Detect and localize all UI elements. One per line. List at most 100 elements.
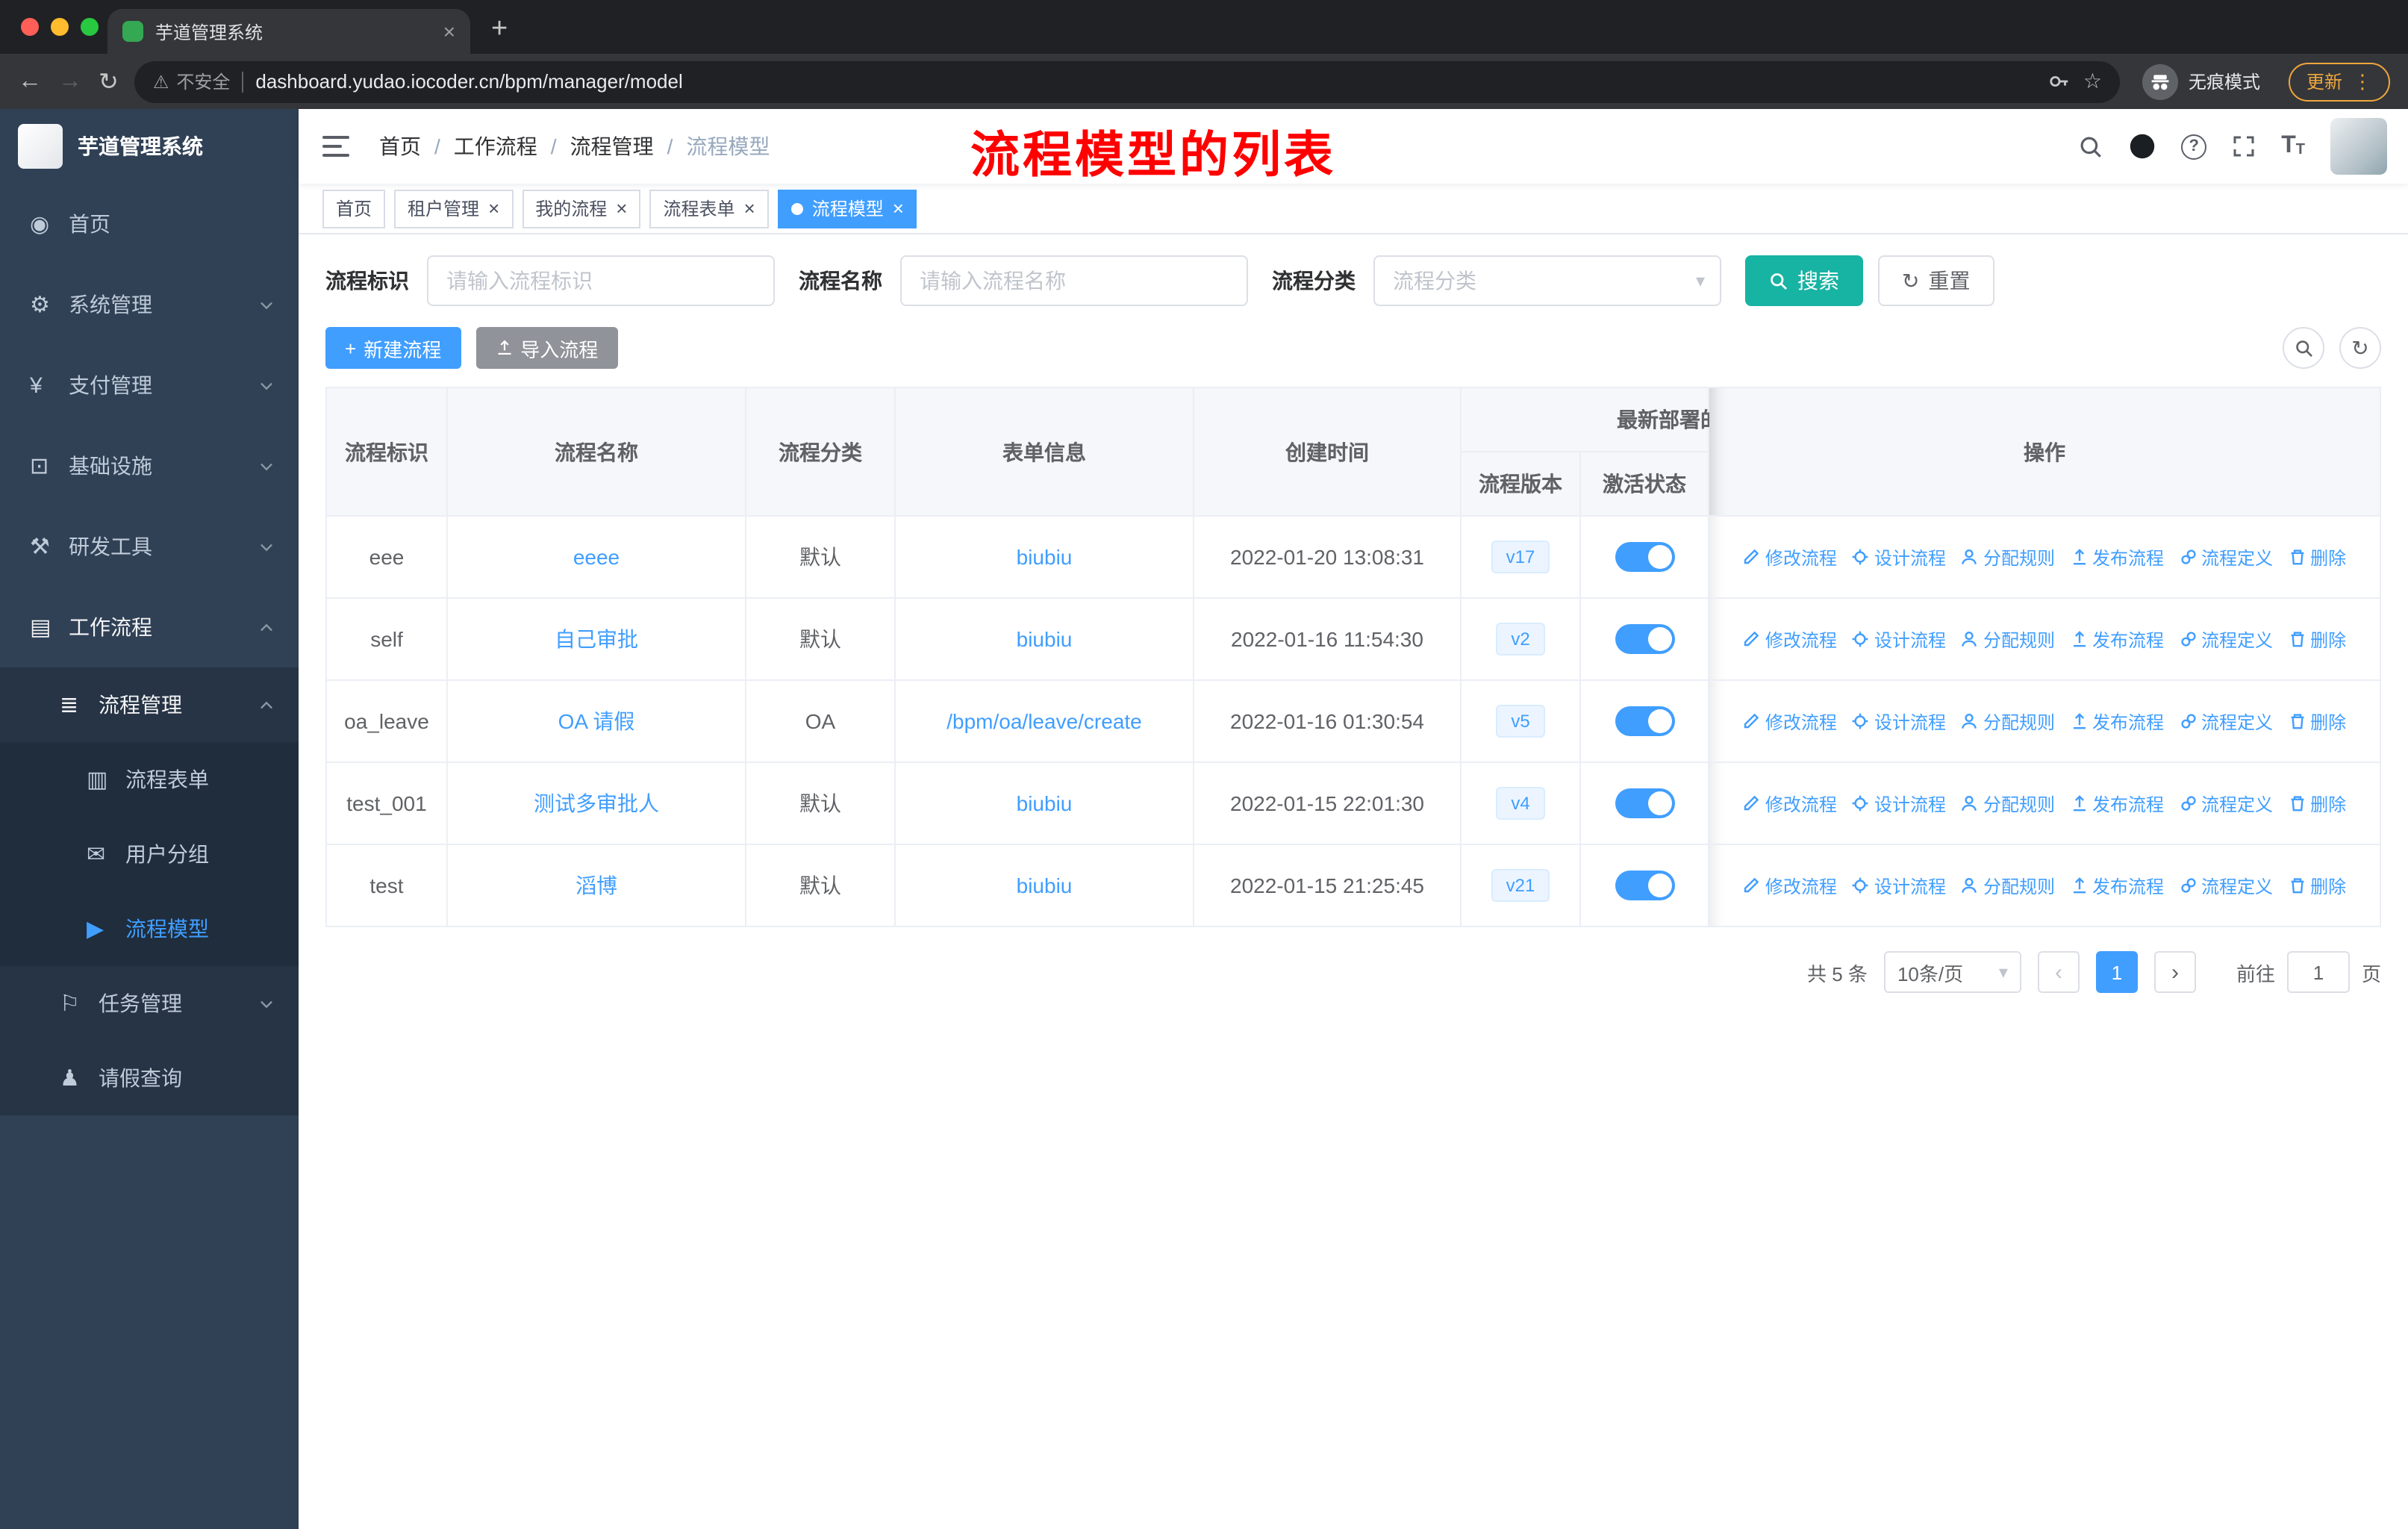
version-badge[interactable]: v21 — [1491, 868, 1550, 903]
prev-page-button[interactable]: ‹ — [2037, 951, 2080, 993]
breadcrumb-workflow[interactable]: 工作流程 — [454, 131, 537, 161]
maximize-window-button[interactable] — [81, 18, 99, 36]
form-link[interactable]: biubiu — [1017, 874, 1073, 897]
close-icon[interactable]: × — [488, 199, 499, 218]
key-icon[interactable] — [2049, 70, 2071, 93]
breadcrumb-process-management[interactable]: 流程管理 — [570, 131, 654, 161]
publish-process-link[interactable]: 发布流程 — [2070, 544, 2164, 570]
sidebar-item-leave-query[interactable]: ♟ 请假查询 — [0, 1041, 299, 1115]
tag-process-model[interactable]: 流程模型 × — [777, 189, 917, 228]
process-name-link[interactable]: 自己审批 — [555, 627, 638, 651]
font-size-icon[interactable]: TT — [2281, 134, 2305, 158]
process-definition-link[interactable]: 流程定义 — [2179, 873, 2273, 898]
sidebar-item-infrastructure[interactable]: ⊡ 基础设施 — [0, 426, 299, 506]
close-icon[interactable]: × — [616, 199, 627, 218]
next-page-button[interactable]: › — [2153, 951, 2196, 993]
tag-home[interactable]: 首页 — [322, 189, 386, 228]
help-icon[interactable]: ? — [2181, 134, 2207, 159]
refresh-table-button[interactable]: ↻ — [2339, 327, 2381, 369]
sidebar-item-task-management[interactable]: ⚐ 任务管理 — [0, 966, 299, 1041]
back-button[interactable]: ← — [18, 68, 42, 95]
search-button[interactable]: 搜索 — [1745, 255, 1863, 306]
import-process-button[interactable]: 导入流程 — [475, 327, 618, 369]
sidebar-item-workflow[interactable]: ▤ 工作流程 — [0, 587, 299, 667]
delete-link[interactable]: 删除 — [2288, 873, 2346, 898]
version-badge[interactable]: v17 — [1491, 540, 1550, 574]
close-icon[interactable]: × — [893, 199, 904, 218]
active-toggle[interactable] — [1615, 624, 1674, 654]
minimize-window-button[interactable] — [51, 18, 69, 36]
delete-link[interactable]: 删除 — [2288, 791, 2346, 816]
modify-process-link[interactable]: 修改流程 — [1743, 626, 1837, 652]
bookmark-star-icon[interactable]: ☆ — [2083, 69, 2102, 94]
publish-process-link[interactable]: 发布流程 — [2070, 626, 2164, 652]
close-icon[interactable]: × — [744, 199, 755, 218]
version-badge[interactable]: v2 — [1496, 622, 1545, 656]
reset-button[interactable]: ↻ 重置 — [1878, 255, 1994, 306]
form-link[interactable]: biubiu — [1017, 627, 1073, 651]
url-text[interactable]: dashboard.yudao.iocoder.cn/bpm/manager/m… — [255, 70, 2036, 93]
design-process-link[interactable]: 设计流程 — [1852, 873, 1946, 898]
forward-button[interactable]: → — [58, 68, 82, 95]
assign-rule-link[interactable]: 分配规则 — [1961, 544, 2055, 570]
sidebar-item-process-form[interactable]: ▥ 流程表单 — [0, 742, 299, 817]
search-icon[interactable] — [2078, 134, 2103, 159]
publish-process-link[interactable]: 发布流程 — [2070, 873, 2164, 898]
fullscreen-icon[interactable] — [2232, 134, 2256, 158]
category-select[interactable]: 流程分类 ▾ — [1373, 255, 1721, 306]
tab-close-icon[interactable]: × — [443, 21, 455, 42]
form-link[interactable]: /bpm/oa/leave/create — [946, 709, 1142, 733]
show-search-toggle-button[interactable] — [2283, 327, 2324, 369]
assign-rule-link[interactable]: 分配规则 — [1961, 791, 2055, 816]
design-process-link[interactable]: 设计流程 — [1852, 626, 1946, 652]
breadcrumb-home[interactable]: 首页 — [379, 131, 421, 161]
publish-process-link[interactable]: 发布流程 — [2070, 791, 2164, 816]
app-logo-row[interactable]: 芋道管理系统 — [0, 109, 299, 184]
tag-my-process[interactable]: 我的流程 × — [522, 189, 641, 228]
process-definition-link[interactable]: 流程定义 — [2179, 626, 2273, 652]
process-definition-link[interactable]: 流程定义 — [2179, 791, 2273, 816]
reload-button[interactable]: ↻ — [99, 66, 119, 96]
sidebar-item-user-group[interactable]: ✉ 用户分组 — [0, 817, 299, 891]
browser-update-menu-button[interactable]: 更新 ⋮ — [2288, 62, 2390, 101]
process-name-link[interactable]: OA 请假 — [558, 709, 635, 733]
sidebar-item-payment[interactable]: ¥ 支付管理 — [0, 345, 299, 426]
goto-page-input[interactable] — [2286, 951, 2350, 993]
modify-process-link[interactable]: 修改流程 — [1743, 873, 1837, 898]
assign-rule-link[interactable]: 分配规则 — [1961, 709, 2055, 734]
close-window-button[interactable] — [21, 18, 39, 36]
design-process-link[interactable]: 设计流程 — [1852, 709, 1946, 734]
active-toggle[interactable] — [1615, 542, 1674, 572]
tag-process-form[interactable]: 流程表单 × — [649, 189, 769, 228]
version-badge[interactable]: v4 — [1496, 786, 1545, 820]
page-number-current[interactable]: 1 — [2095, 951, 2138, 993]
process-id-input[interactable] — [427, 255, 775, 306]
process-name-link[interactable]: 测试多审批人 — [534, 791, 659, 815]
github-icon[interactable] — [2129, 133, 2156, 160]
sidebar-item-process-management[interactable]: ≣ 流程管理 — [0, 667, 299, 742]
design-process-link[interactable]: 设计流程 — [1852, 791, 1946, 816]
process-name-link[interactable]: eeee — [573, 545, 620, 569]
modify-process-link[interactable]: 修改流程 — [1743, 709, 1837, 734]
modify-process-link[interactable]: 修改流程 — [1743, 791, 1837, 816]
form-link[interactable]: biubiu — [1017, 545, 1073, 569]
address-bar[interactable]: ⚠ 不安全 dashboard.yudao.iocoder.cn/bpm/man… — [134, 60, 2120, 102]
tag-tenant-management[interactable]: 租户管理 × — [394, 189, 514, 228]
page-size-select[interactable]: 10条/页 ▾ — [1883, 951, 2021, 993]
process-name-input[interactable] — [900, 255, 1248, 306]
new-tab-button[interactable]: + — [491, 13, 508, 46]
process-name-link[interactable]: 滔博 — [576, 874, 617, 897]
publish-process-link[interactable]: 发布流程 — [2070, 709, 2164, 734]
modify-process-link[interactable]: 修改流程 — [1743, 544, 1837, 570]
security-label[interactable]: 不安全 — [176, 69, 230, 94]
sidebar-item-home[interactable]: ◉ 首页 — [0, 184, 299, 264]
assign-rule-link[interactable]: 分配规则 — [1961, 873, 2055, 898]
active-toggle[interactable] — [1615, 788, 1674, 818]
active-toggle[interactable] — [1615, 706, 1674, 736]
delete-link[interactable]: 删除 — [2288, 709, 2346, 734]
process-definition-link[interactable]: 流程定义 — [2179, 544, 2273, 570]
collapse-sidebar-icon[interactable] — [299, 109, 373, 184]
active-toggle[interactable] — [1615, 871, 1674, 900]
form-link[interactable]: biubiu — [1017, 791, 1073, 815]
assign-rule-link[interactable]: 分配规则 — [1961, 626, 2055, 652]
